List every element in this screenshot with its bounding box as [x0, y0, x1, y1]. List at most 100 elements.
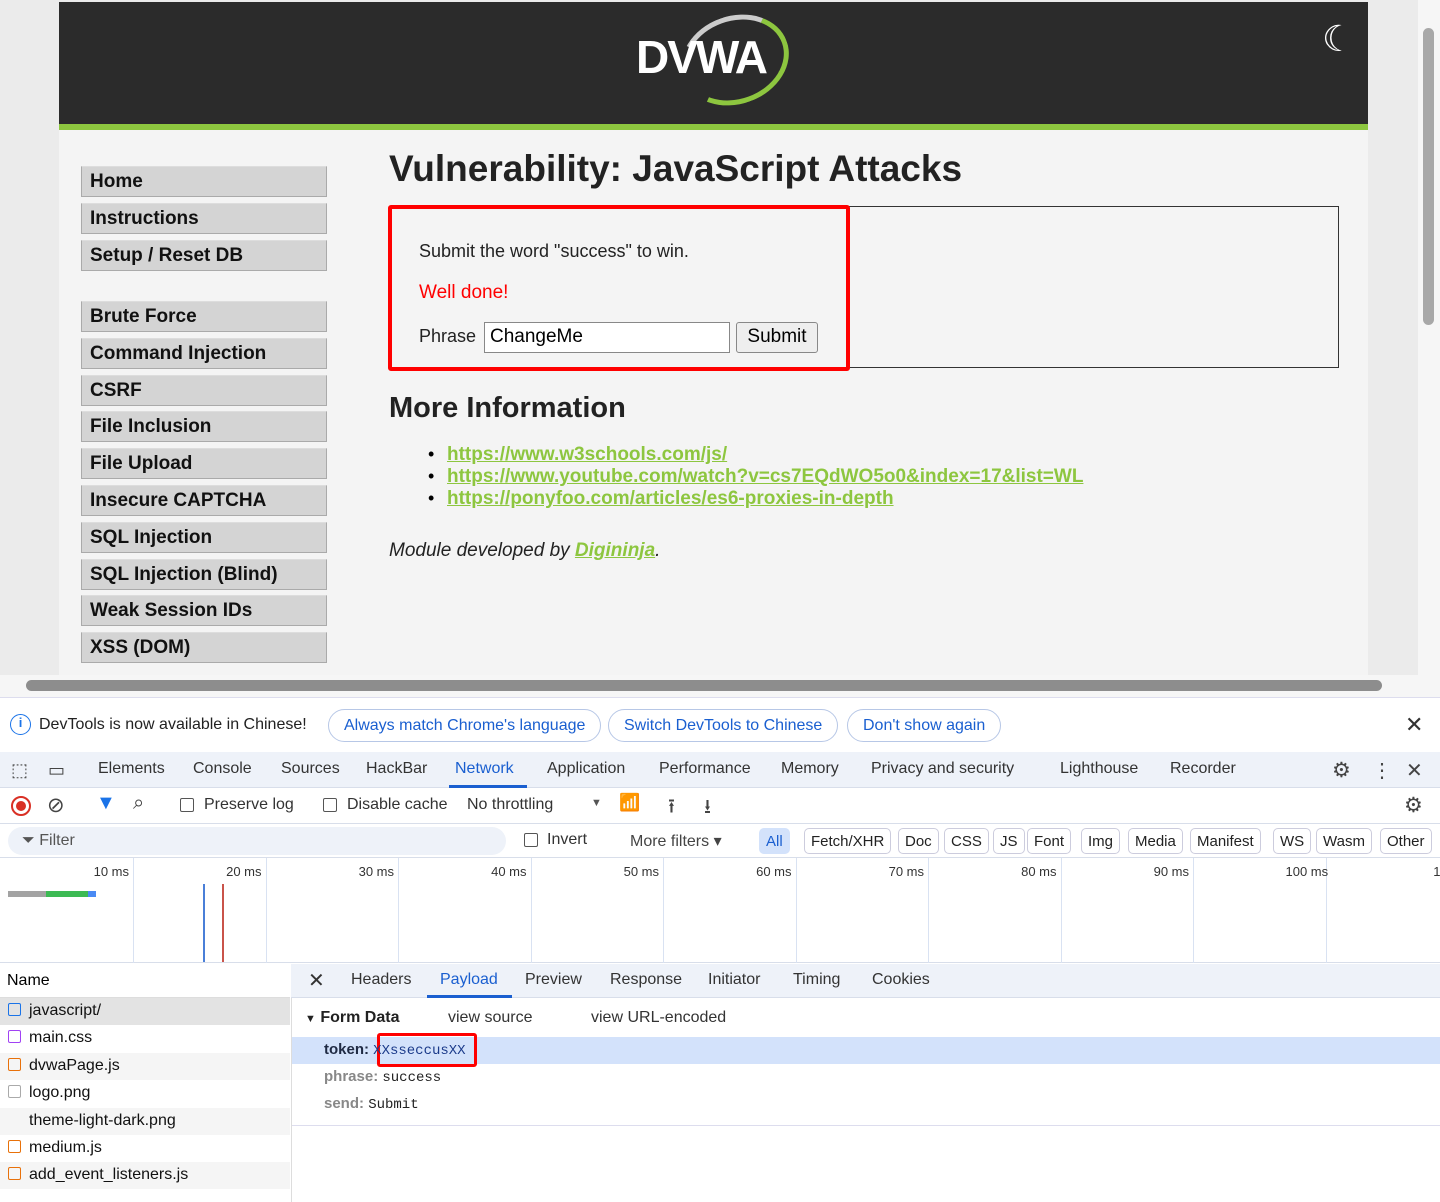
- view-source-link[interactable]: view source: [448, 1009, 532, 1027]
- preserve-log-checkbox[interactable]: [180, 798, 194, 812]
- detail-tab-cookies[interactable]: Cookies: [872, 971, 930, 989]
- filter-input[interactable]: ⏷ Filter: [8, 827, 506, 855]
- tab-elements[interactable]: Elements: [98, 760, 165, 778]
- upload-icon[interactable]: ⭱: [668, 792, 675, 826]
- tab-performance[interactable]: Performance: [659, 760, 751, 778]
- disable-cache-checkbox[interactable]: [323, 798, 337, 812]
- request-row[interactable]: dvwaPage.js: [0, 1052, 290, 1080]
- menu-item[interactable]: CSRF: [81, 374, 327, 406]
- menu-item[interactable]: Instructions: [81, 203, 327, 234]
- more-options-icon[interactable]: ⋮: [1372, 758, 1392, 783]
- close-detail-icon[interactable]: ✕: [308, 968, 325, 993]
- request-detail-pane: [291, 964, 1440, 1202]
- filter-type-font[interactable]: Font: [1027, 828, 1072, 854]
- throttling-select[interactable]: No throttling: [467, 796, 553, 814]
- record-icon[interactable]: [11, 796, 31, 816]
- menu-item[interactable]: Weak Session IDs: [81, 595, 327, 627]
- filter-type-all[interactable]: All: [759, 828, 790, 854]
- module-credit: Module developed by Digininja.: [389, 540, 660, 562]
- close-devtools-icon[interactable]: ✕: [1406, 758, 1423, 783]
- tab-network[interactable]: Network: [455, 760, 514, 778]
- request-row[interactable]: medium.js: [0, 1135, 290, 1162]
- dont-show-button[interactable]: Don't show again: [847, 709, 1002, 742]
- invert-checkbox[interactable]: [524, 833, 538, 847]
- more-filters-dropdown[interactable]: More filters ▾: [630, 831, 722, 851]
- form-data-section[interactable]: ▼ Form Data: [305, 1009, 399, 1027]
- view-url-encoded-link[interactable]: view URL-encoded: [591, 1009, 726, 1027]
- file-type-icon: [8, 1085, 21, 1099]
- filter-type-fetch-xhr[interactable]: Fetch/XHR: [804, 828, 892, 854]
- filter-type-wasm[interactable]: Wasm: [1316, 828, 1372, 854]
- menu-item[interactable]: File Inclusion: [81, 411, 327, 443]
- bullet: •: [428, 444, 435, 464]
- download-icon[interactable]: ⭳: [704, 792, 711, 826]
- menu-item[interactable]: Brute Force: [81, 301, 327, 332]
- detail-tab-preview[interactable]: Preview: [525, 971, 582, 989]
- device-toolbar-icon[interactable]: ▭: [48, 760, 65, 781]
- menu-item[interactable]: Insecure CAPTCHA: [81, 485, 327, 516]
- timeline-gridline: [265, 858, 267, 963]
- filter-icon[interactable]: ▼: [96, 792, 116, 815]
- horizontal-scroll-thumb[interactable]: [26, 680, 1382, 691]
- menu-item[interactable]: SQL Injection (Blind): [81, 558, 327, 590]
- filter-type-manifest[interactable]: Manifest: [1190, 828, 1261, 854]
- menu-item[interactable]: SQL Injection: [81, 521, 327, 553]
- link-youtube[interactable]: https://www.youtube.com/watch?v=cs7EQdWO…: [447, 466, 1083, 488]
- tab-console[interactable]: Console: [193, 760, 252, 778]
- tab-recorder[interactable]: Recorder: [1170, 760, 1236, 778]
- detail-tab-response[interactable]: Response: [610, 971, 682, 989]
- request-row[interactable]: add_event_listeners.js: [0, 1162, 290, 1190]
- vertical-scroll-thumb[interactable]: [1423, 28, 1434, 325]
- settings-icon[interactable]: ⚙: [1332, 758, 1351, 783]
- filter-type-other[interactable]: Other: [1380, 828, 1432, 854]
- filter-type-ws[interactable]: WS: [1273, 828, 1312, 854]
- detail-tab-headers[interactable]: Headers: [351, 971, 411, 989]
- tab-hackbar[interactable]: HackBar: [366, 760, 427, 778]
- menu-item[interactable]: File Upload: [81, 448, 327, 480]
- menu-item[interactable]: Setup / Reset DB: [81, 240, 327, 271]
- tab-application[interactable]: Application: [547, 760, 625, 778]
- clear-icon[interactable]: ⊘: [47, 793, 65, 818]
- search-icon[interactable]: ⌕: [133, 792, 144, 815]
- network-conditions-icon[interactable]: 📶: [619, 793, 640, 813]
- request-row[interactable]: main.css: [0, 1025, 290, 1052]
- tab-sources[interactable]: Sources: [281, 760, 340, 778]
- timeline-bar-waiting: [8, 891, 46, 897]
- menu-item[interactable]: Home: [81, 166, 327, 197]
- theme-toggle-icon[interactable]: ☾: [1322, 18, 1354, 60]
- filter-type-js[interactable]: JS: [993, 828, 1025, 854]
- timeline-tick: 30 ms: [358, 864, 394, 879]
- filter-type-img[interactable]: Img: [1081, 828, 1121, 854]
- tab-privacy-and-security[interactable]: Privacy and security: [871, 760, 1014, 778]
- section-divider: [292, 1125, 1440, 1126]
- menu-item[interactable]: XSS (DOM): [81, 632, 327, 664]
- match-language-button[interactable]: Always match Chrome's language: [328, 709, 602, 742]
- disable-cache-label: Disable cache: [347, 796, 448, 813]
- tab-lighthouse[interactable]: Lighthouse: [1060, 760, 1138, 778]
- network-settings-icon[interactable]: ⚙: [1404, 793, 1423, 818]
- link-w3schools[interactable]: https://www.w3schools.com/js/: [447, 444, 727, 466]
- inspect-element-icon[interactable]: ⬚: [11, 760, 28, 781]
- request-row[interactable]: theme-light-dark.png: [0, 1107, 290, 1135]
- filter-type-media[interactable]: Media: [1128, 828, 1183, 854]
- menu-item[interactable]: Command Injection: [81, 337, 327, 369]
- request-row[interactable]: logo.png: [0, 1080, 290, 1107]
- name-column-header[interactable]: Name: [0, 964, 290, 998]
- detail-tab-payload[interactable]: Payload: [440, 971, 498, 989]
- timeline-bar-end: [88, 891, 96, 897]
- field-value: success: [382, 1070, 442, 1086]
- form-data-heading: Form Data: [320, 1009, 400, 1026]
- filter-type-css[interactable]: CSS: [944, 828, 989, 854]
- author-link[interactable]: Digininja: [575, 540, 655, 561]
- timeline-gridline: [795, 858, 797, 963]
- detail-tab-initiator[interactable]: Initiator: [708, 971, 760, 989]
- request-row[interactable]: javascript/: [0, 998, 290, 1025]
- close-infobar-icon[interactable]: ✕: [1405, 712, 1423, 738]
- tab-memory[interactable]: Memory: [781, 760, 839, 778]
- filter-type-doc[interactable]: Doc: [898, 828, 939, 854]
- load-line: [222, 884, 224, 962]
- link-ponyfoo[interactable]: https://ponyfoo.com/articles/es6-proxies…: [447, 488, 894, 510]
- switch-chinese-button[interactable]: Switch DevTools to Chinese: [608, 709, 839, 742]
- detail-tab-timing[interactable]: Timing: [793, 971, 840, 989]
- bullet: •: [428, 488, 435, 508]
